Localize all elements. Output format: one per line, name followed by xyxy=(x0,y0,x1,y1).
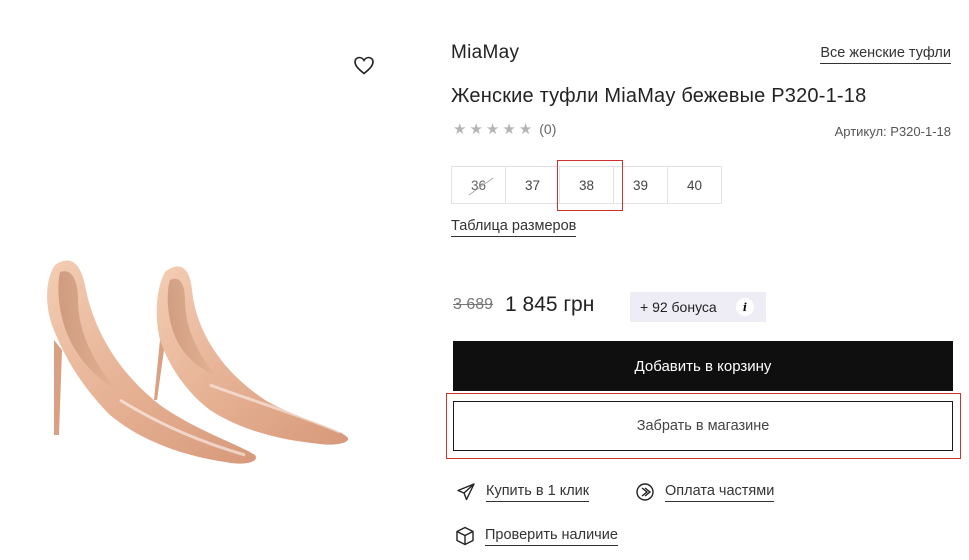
product-gallery xyxy=(0,0,400,560)
installments-label: Оплата частями xyxy=(665,483,775,502)
info-icon[interactable]: i xyxy=(736,298,754,316)
sku: Артикул: P320-1-18 xyxy=(834,124,951,139)
pickup-in-store-button[interactable]: Забрать в магазине xyxy=(453,401,953,451)
star-icon: ★ xyxy=(518,120,533,138)
bonus-text: + 92 бонуса xyxy=(640,299,717,315)
star-icon: ★ xyxy=(469,120,483,138)
size-option-37[interactable]: 37 xyxy=(505,166,560,204)
brand-name[interactable]: MiaMay xyxy=(451,42,519,64)
check-availability-link[interactable]: Проверить наличие xyxy=(455,526,618,546)
shoe-right xyxy=(154,266,349,445)
old-price: 3 689 xyxy=(453,296,494,313)
bonus-badge: + 92 бонуса i xyxy=(630,292,766,322)
add-to-cart-button[interactable]: Добавить в корзину xyxy=(453,341,953,391)
buy-one-click-label: Купить в 1 клик xyxy=(486,483,590,502)
star-icon: ★ xyxy=(485,120,500,138)
rating-count: (0) xyxy=(539,121,557,137)
paper-plane-icon xyxy=(457,483,475,501)
check-availability-label: Проверить наличие xyxy=(485,527,618,546)
size-label: 38 xyxy=(578,177,595,193)
heart-icon[interactable] xyxy=(352,53,376,77)
installments-link[interactable]: Оплата частями xyxy=(635,482,775,502)
product-title: Женские туфли MiaMay бежевые P320-1-18 xyxy=(451,85,867,107)
rating[interactable]: ★ ★ ★ ★ ★ (0) xyxy=(453,121,556,137)
star-icon: ★ xyxy=(502,120,516,138)
installments-icon xyxy=(636,483,654,501)
size-option-39[interactable]: 39 xyxy=(613,166,668,204)
size-selector: 36 37 38 39 40 xyxy=(451,166,722,204)
star-icon: ★ xyxy=(453,120,467,138)
size-option-38[interactable]: 38 xyxy=(559,166,614,204)
size-option-40[interactable]: 40 xyxy=(667,166,722,204)
box-icon xyxy=(456,526,474,546)
shoe-left xyxy=(47,260,256,464)
current-price: 1 845 грн xyxy=(505,293,595,316)
size-label: 40 xyxy=(686,177,703,193)
product-image[interactable] xyxy=(30,250,360,480)
size-table-link[interactable]: Таблица размеров xyxy=(451,218,577,237)
size-label: 37 xyxy=(524,177,541,193)
buy-one-click-link[interactable]: Купить в 1 клик xyxy=(456,482,590,502)
size-label: 36 xyxy=(470,177,487,193)
size-label: 39 xyxy=(632,177,649,193)
all-womens-shoes-link[interactable]: Все женские туфли xyxy=(820,45,951,64)
size-option-36[interactable]: 36 xyxy=(451,166,506,204)
product-page: MiaMay Все женские туфли Женские туфли M… xyxy=(0,0,969,560)
